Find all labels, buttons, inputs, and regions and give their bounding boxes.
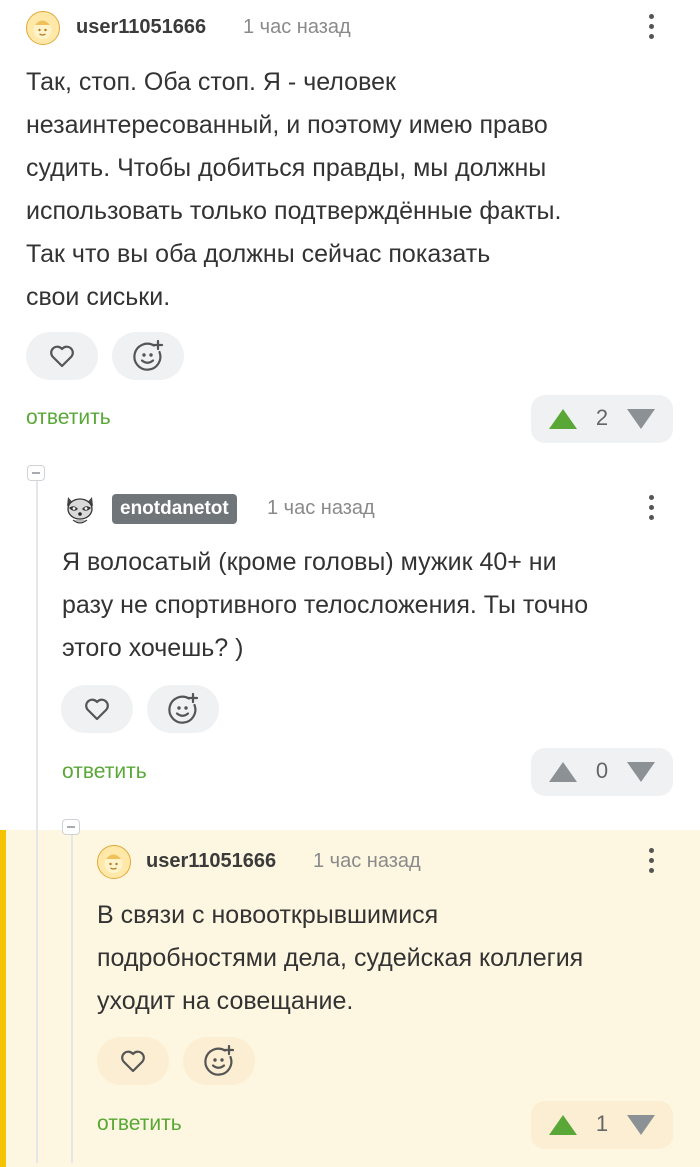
timestamp[interactable]: 1 час назад: [267, 497, 375, 520]
reply-link[interactable]: ответить: [97, 1112, 182, 1136]
avatar-face-icon: [33, 20, 52, 39]
avatar-face-icon: [104, 854, 123, 873]
upvote-icon[interactable]: [547, 1113, 579, 1137]
collapse-thread-button[interactable]: [27, 465, 45, 481]
comment-line: этого хочешь? ): [62, 634, 244, 662]
upvote-icon[interactable]: [547, 760, 579, 784]
rating-value: 2: [595, 405, 609, 430]
reply-link[interactable]: ответить: [62, 760, 147, 784]
thread-line-level2: [71, 835, 73, 1163]
comment-line: Так, стоп. Оба стоп. Я - человек: [26, 68, 396, 96]
downvote-icon[interactable]: [625, 760, 657, 784]
upvote-icon[interactable]: [547, 407, 579, 431]
comment-line: В связи с новооткрывшимися: [97, 901, 439, 929]
heart-icon: [85, 698, 109, 721]
heart-icon: [121, 1050, 145, 1073]
thread-line-level1: [36, 478, 38, 1163]
add-reaction-button[interactable]: [147, 685, 219, 733]
rating-value: 0: [595, 758, 609, 783]
add-emoji-icon: [204, 1044, 235, 1076]
avatar[interactable]: [61, 490, 99, 528]
avatar[interactable]: [26, 11, 60, 45]
timestamp[interactable]: 1 час назад: [313, 850, 421, 873]
comment-line: подробностями дела, судейская коллегия: [97, 944, 584, 972]
highlight-marker: [0, 830, 6, 1167]
comment-line: судить. Чтобы добиться правды, мы должны: [26, 154, 547, 182]
downvote-icon[interactable]: [625, 1113, 657, 1137]
username[interactable]: user11051666: [146, 850, 276, 873]
comment-text: Так, стоп. Оба стоп. Я - человек незаинт…: [26, 61, 561, 319]
rating-control: 0: [531, 748, 673, 796]
username-badge[interactable]: enotdanetot: [112, 494, 237, 524]
heart-icon: [50, 345, 74, 368]
comment-line: Я волосатый (кроме головы) мужик 40+ ни: [62, 548, 557, 576]
comment-line: разу не спортивного телосложения. Ты точ…: [62, 591, 589, 619]
more-menu-icon[interactable]: [646, 495, 656, 525]
add-reaction-button[interactable]: [183, 1037, 255, 1085]
like-button[interactable]: [61, 685, 133, 733]
username[interactable]: user11051666: [76, 16, 206, 39]
comment-text: В связи с новооткрывшимися подробностями…: [97, 894, 583, 1023]
comment-line: свои сиськи.: [26, 283, 171, 311]
rating-control: 2: [531, 395, 673, 443]
like-button[interactable]: [97, 1037, 169, 1085]
add-reaction-button[interactable]: [112, 332, 184, 380]
timestamp[interactable]: 1 час назад: [243, 16, 351, 39]
comment-text: Я волосатый (кроме головы) мужик 40+ ни …: [62, 541, 588, 670]
comment-line: незаинтересованный, и поэтому имею право: [26, 111, 548, 139]
add-emoji-icon: [168, 692, 199, 724]
more-menu-icon[interactable]: [646, 848, 656, 878]
rating-value: 1: [595, 1111, 609, 1136]
comment-line: уходит на совещание.: [97, 987, 354, 1015]
like-button[interactable]: [26, 332, 98, 380]
collapse-thread-button[interactable]: [62, 819, 80, 835]
add-emoji-icon: [133, 339, 164, 371]
raccoon-avatar-icon: [67, 497, 93, 524]
more-menu-icon[interactable]: [646, 14, 656, 44]
downvote-icon[interactable]: [625, 407, 657, 431]
comment-line: использовать только подтверждённые факты…: [26, 197, 562, 225]
rating-control: 1: [531, 1101, 673, 1149]
reply-link[interactable]: ответить: [26, 406, 111, 430]
comment-line: Так что вы оба должны сейчас показать: [26, 240, 491, 268]
avatar[interactable]: [97, 845, 131, 879]
